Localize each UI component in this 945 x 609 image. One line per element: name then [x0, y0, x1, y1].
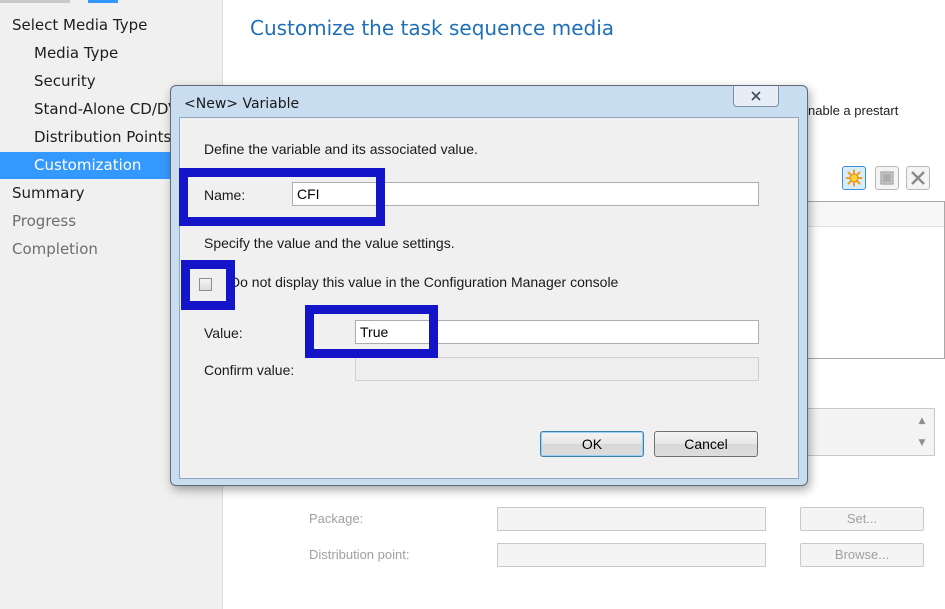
distribution-point-label: Distribution point: — [309, 547, 410, 562]
page-title: Customize the task sequence media — [250, 16, 615, 40]
dialog-instruction: Define the variable and its associated v… — [204, 141, 478, 157]
confirm-value-label: Confirm value: — [204, 362, 295, 378]
name-highlight-box — [179, 168, 385, 226]
sidebar-item-media-type[interactable]: Media Type — [0, 40, 222, 67]
browse-button: Browse... — [800, 543, 924, 567]
description-text-tail: nable a prestart — [808, 103, 899, 118]
checkbox-highlight-box — [181, 260, 235, 310]
value-label: Value: — [204, 325, 243, 341]
new-variable-button[interactable] — [842, 166, 866, 190]
package-label: Package: — [309, 511, 364, 526]
value-highlight-box — [305, 305, 438, 358]
dialog-title: <New> Variable — [184, 96, 300, 112]
delete-variable-button[interactable] — [906, 166, 930, 190]
new-variable-dialog: <New> Variable Define the variable and i… — [170, 85, 808, 486]
ok-button[interactable]: OK — [540, 431, 644, 457]
hide-value-checkbox-label[interactable]: Do not display this value in the Configu… — [230, 274, 618, 290]
sidebar-top-strip — [0, 0, 222, 4]
properties-icon — [880, 171, 894, 185]
confirm-value-input — [355, 357, 759, 381]
starburst-new-icon — [845, 169, 863, 187]
close-icon — [751, 91, 761, 101]
sidebar-item-select-media-type[interactable]: Select Media Type — [0, 12, 222, 39]
delete-x-icon — [911, 171, 925, 185]
package-field — [497, 507, 766, 531]
distribution-point-field — [497, 543, 766, 567]
cancel-button[interactable]: Cancel — [654, 431, 758, 457]
scroll-down-icon[interactable]: ▼ — [912, 432, 932, 454]
scroll-up-icon[interactable]: ▲ — [912, 410, 932, 432]
value-settings-text: Specify the value and the value settings… — [204, 235, 455, 251]
set-button: Set... — [800, 507, 924, 531]
dialog-close-button[interactable] — [733, 86, 779, 107]
variable-properties-button[interactable] — [875, 166, 899, 190]
